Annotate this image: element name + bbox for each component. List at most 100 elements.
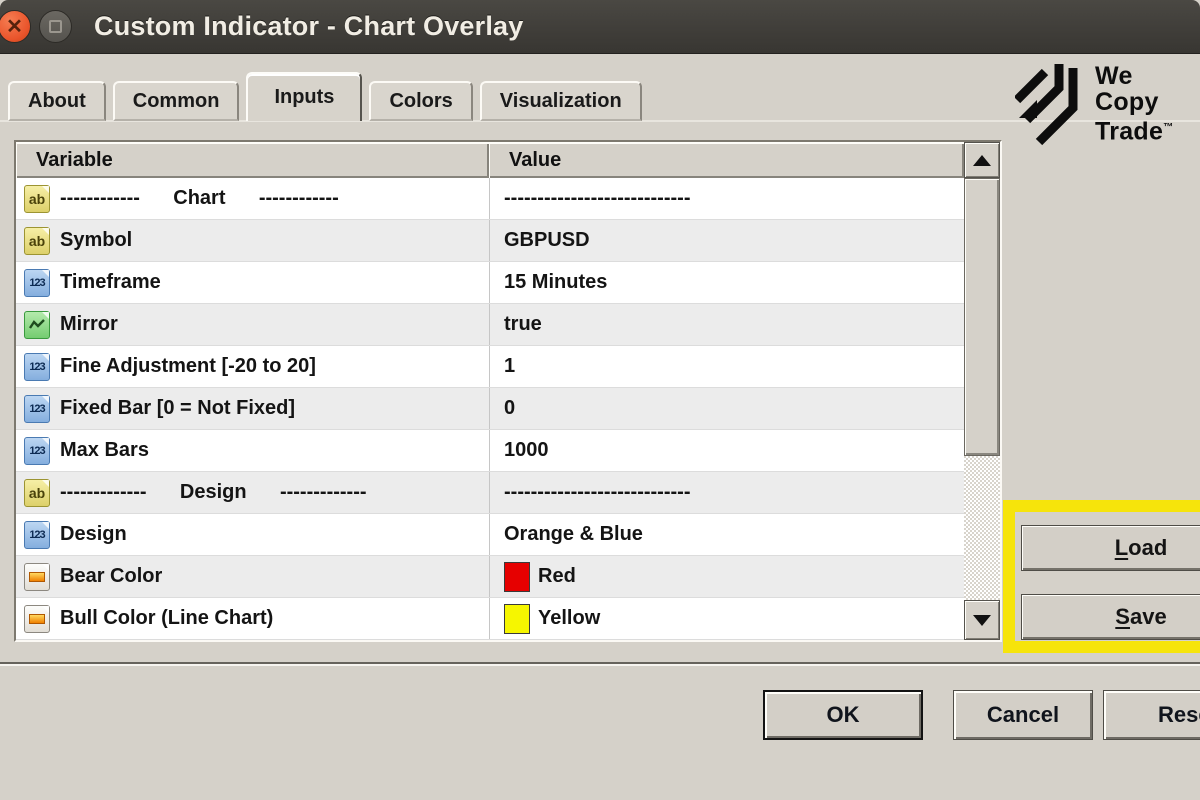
- footer-divider: [0, 662, 1200, 666]
- variable-cell: 123 Fixed Bar [0 = Not Fixed]: [16, 388, 489, 429]
- value-cell[interactable]: ----------------------------: [489, 472, 964, 513]
- table-row[interactable]: ab ------------ Chart ------------ -----…: [16, 178, 964, 220]
- value-cell[interactable]: GBPUSD: [489, 220, 964, 261]
- close-icon: ✕: [6, 17, 23, 37]
- table-header: Variable Value: [16, 142, 964, 178]
- value-text: Red: [538, 565, 576, 588]
- scroll-up-button[interactable]: [964, 142, 1000, 178]
- variable-name: Bull Color (Line Chart): [60, 607, 273, 630]
- table-row[interactable]: ab Symbol GBPUSD: [16, 220, 964, 262]
- watermark-logo: We Copy Trade™: [1015, 56, 1200, 151]
- variable-name: ------------- Design -------------: [60, 481, 367, 504]
- variable-cell: ab ------------ Chart ------------: [16, 178, 489, 219]
- ok-button[interactable]: OK: [763, 690, 923, 740]
- value-text: ----------------------------: [504, 187, 690, 210]
- variable-cell: ab ------------- Design -------------: [16, 472, 489, 513]
- number-param-icon: 123: [24, 269, 50, 297]
- window-title: Custom Indicator - Chart Overlay: [94, 11, 524, 42]
- value-text: 15 Minutes: [504, 271, 607, 294]
- variable-cell: Bull Color (Line Chart): [16, 598, 489, 639]
- scroll-down-button[interactable]: [964, 600, 1000, 640]
- variable-name: Symbol: [60, 229, 132, 252]
- value-text: true: [504, 313, 542, 336]
- text-param-icon: ab: [24, 479, 50, 507]
- text-param-icon: ab: [24, 227, 50, 255]
- color-param-icon: [24, 563, 50, 591]
- value-text: 0: [504, 397, 515, 420]
- load-accel: L: [1115, 535, 1128, 560]
- variable-cell: 123 Max Bars: [16, 430, 489, 471]
- scroll-up-icon: [973, 155, 991, 166]
- inputs-table: Variable Value ab ------------ Chart ---…: [14, 140, 1002, 642]
- variable-cell: 123 Design: [16, 514, 489, 555]
- table-row[interactable]: 123 Design Orange & Blue: [16, 514, 964, 556]
- value-text: ----------------------------: [504, 481, 690, 504]
- cancel-button[interactable]: Cancel: [953, 690, 1093, 740]
- table-row[interactable]: Mirror true: [16, 304, 964, 346]
- variable-name: Fixed Bar [0 = Not Fixed]: [60, 397, 295, 420]
- value-cell[interactable]: Red: [489, 556, 964, 597]
- value-cell[interactable]: true: [489, 304, 964, 345]
- load-button[interactable]: Load: [1021, 525, 1200, 571]
- save-button[interactable]: Save: [1021, 594, 1200, 640]
- variable-name: Fine Adjustment [-20 to 20]: [60, 355, 316, 378]
- value-text: GBPUSD: [504, 229, 590, 252]
- close-button[interactable]: ✕: [0, 10, 31, 43]
- value-cell[interactable]: Yellow: [489, 598, 964, 639]
- tab-common[interactable]: Common: [113, 81, 240, 121]
- trademark-symbol: ™: [1163, 122, 1173, 133]
- value-cell[interactable]: 1: [489, 346, 964, 387]
- value-cell[interactable]: 1000: [489, 430, 964, 471]
- value-cell[interactable]: Orange & Blue: [489, 514, 964, 555]
- variable-cell: 123 Timeframe: [16, 262, 489, 303]
- restore-icon: [49, 20, 62, 33]
- value-text: Orange & Blue: [504, 523, 643, 546]
- wm-line-3: Trade™: [1095, 115, 1174, 144]
- scrollbar-thumb[interactable]: [964, 178, 1000, 456]
- number-param-icon: 123: [24, 521, 50, 549]
- number-param-icon: 123: [24, 395, 50, 423]
- value-cell[interactable]: 15 Minutes: [489, 262, 964, 303]
- table-row[interactable]: 123 Max Bars 1000: [16, 430, 964, 472]
- variable-cell: 123 Fine Adjustment [-20 to 20]: [16, 346, 489, 387]
- table-row[interactable]: 123 Timeframe 15 Minutes: [16, 262, 964, 304]
- variable-cell: Mirror: [16, 304, 489, 345]
- value-text: 1: [504, 355, 515, 378]
- reset-button[interactable]: Reset: [1103, 690, 1200, 740]
- variable-name: Max Bars: [60, 439, 149, 462]
- value-cell[interactable]: ----------------------------: [489, 178, 964, 219]
- value-text: Yellow: [538, 607, 600, 630]
- variable-cell: Bear Color: [16, 556, 489, 597]
- save-accel: S: [1115, 604, 1130, 629]
- value-color-swatch: [504, 604, 530, 634]
- tab-inputs[interactable]: Inputs: [246, 72, 362, 121]
- column-header-value: Value: [489, 142, 964, 178]
- variable-name: Bear Color: [60, 565, 162, 588]
- number-param-icon: 123: [24, 353, 50, 381]
- value-text: 1000: [504, 439, 549, 462]
- value-cell[interactable]: 0: [489, 388, 964, 429]
- title-bar: ✕ Custom Indicator - Chart Overlay: [0, 0, 1200, 54]
- tab-visualization[interactable]: Visualization: [480, 81, 642, 121]
- wm-line-2: Copy: [1095, 89, 1174, 115]
- variable-cell: ab Symbol: [16, 220, 489, 261]
- table-row[interactable]: Bull Color (Line Chart) Yellow: [16, 598, 964, 640]
- restore-button[interactable]: [39, 10, 72, 43]
- table-row[interactable]: 123 Fine Adjustment [-20 to 20] 1: [16, 346, 964, 388]
- load-label: oad: [1128, 535, 1167, 560]
- vertical-scrollbar[interactable]: [964, 142, 1000, 640]
- table-row[interactable]: ab ------------- Design ------------- --…: [16, 472, 964, 514]
- table-row[interactable]: 123 Fixed Bar [0 = Not Fixed] 0: [16, 388, 964, 430]
- table-row[interactable]: Bear Color Red: [16, 556, 964, 598]
- scroll-down-icon: [973, 615, 991, 626]
- param-table-body: ab ------------ Chart ------------ -----…: [16, 178, 964, 640]
- bool-param-icon: [24, 311, 50, 339]
- tab-about[interactable]: About: [8, 81, 106, 121]
- save-label: ave: [1130, 604, 1167, 629]
- tab-colors[interactable]: Colors: [369, 81, 472, 121]
- variable-name: Timeframe: [60, 271, 161, 294]
- color-param-icon: [24, 605, 50, 633]
- column-header-variable: Variable: [16, 142, 489, 178]
- variable-name: Design: [60, 523, 127, 546]
- tab-bar: About Common Inputs Colors Visualization: [8, 72, 642, 121]
